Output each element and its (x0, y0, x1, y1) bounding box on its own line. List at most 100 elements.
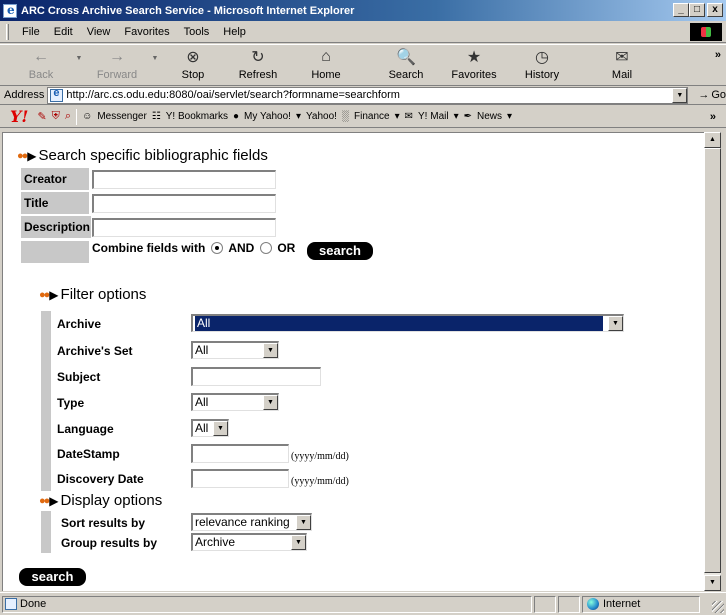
standard-toolbar: ← Back ▼ → Forward ▼ ⊗ Stop ↻ Refresh ⌂ … (0, 44, 726, 86)
home-button[interactable]: ⌂ Home (292, 45, 360, 85)
vertical-scrollbar[interactable]: ▲ ▼ (704, 132, 721, 591)
maximize-button[interactable]: □ (689, 3, 705, 17)
back-button[interactable]: ← Back (10, 45, 72, 85)
chevron-down-icon: ▼ (296, 515, 311, 530)
section-title-text: Filter options (60, 286, 147, 303)
menu-edit[interactable]: Edit (47, 26, 80, 38)
chevron-down-icon: ▼ (263, 395, 278, 410)
close-button[interactable]: x (707, 3, 723, 17)
title-input[interactable] (92, 194, 276, 213)
mail-icon: ✉ (615, 49, 629, 66)
mail-button[interactable]: ✉ Mail (588, 45, 656, 85)
finance-chart-icon: ░ (341, 111, 350, 122)
window-controls: _ □ x (673, 3, 723, 17)
menu-favorites[interactable]: Favorites (117, 26, 176, 38)
stop-icon: ⊗ (186, 49, 200, 66)
sort-select[interactable]: relevance ranking ▼ (191, 513, 312, 531)
scroll-thumb[interactable] (704, 148, 721, 573)
bookmarks-link[interactable]: Y! Bookmarks (166, 111, 228, 122)
address-bar: Address http://arc.cs.odu.edu:8080/oai/s… (0, 86, 726, 105)
and-label: AND (228, 241, 255, 255)
yahoo-toolbar: Y! ✎ ⛨ ⌕ ☺ Messenger ☷ Y! Bookmarks ● My… (0, 106, 726, 128)
bullet-icon: ●● (39, 288, 50, 301)
menu-file[interactable]: File (15, 26, 47, 38)
messenger-link[interactable]: Messenger (97, 111, 146, 122)
search-submit-button-top[interactable]: search (307, 242, 373, 260)
address-input[interactable]: http://arc.cs.odu.edu:8080/oai/servlet/s… (47, 86, 689, 104)
discovery-date-input[interactable] (191, 469, 289, 488)
ymail-dropdown-icon[interactable]: ▾ (454, 111, 459, 122)
news-icon: ✒ (463, 111, 472, 122)
search-submit-button-bottom[interactable]: search (19, 568, 86, 586)
forward-arrow-icon: → (109, 48, 125, 65)
datestamp-label: DateStamp (57, 447, 120, 461)
history-button[interactable]: ◷ History (508, 45, 576, 85)
archives-set-select[interactable]: All ▼ (191, 341, 279, 359)
page-icon (50, 87, 64, 102)
sort-value: relevance ranking (195, 515, 290, 529)
group-select[interactable]: Archive ▼ (191, 533, 307, 551)
back-dropdown-icon[interactable]: ▼ (72, 45, 86, 85)
home-icon: ⌂ (321, 48, 331, 65)
title-label: Title (21, 192, 89, 214)
resize-grip-icon[interactable] (712, 601, 724, 613)
go-button[interactable]: → Go (698, 89, 726, 101)
triangle-icon: ▶ (49, 493, 59, 508)
stop-button[interactable]: ⊗ Stop (162, 45, 224, 85)
or-radio[interactable] (260, 242, 273, 254)
favorites-icon: ★ (466, 49, 482, 66)
forward-label: Forward (96, 69, 138, 81)
forward-dropdown-icon[interactable]: ▼ (148, 45, 162, 85)
language-label: Language (57, 422, 114, 436)
mail-envelope-icon: ✉ (404, 111, 414, 122)
yahoo-logo-icon[interactable]: Y! (10, 107, 28, 126)
finance-link[interactable]: Finance (354, 111, 390, 122)
menu-help[interactable]: Help (216, 26, 253, 38)
search-icon: 🔍 (396, 49, 416, 66)
shield-icon[interactable]: ⛨ (52, 110, 60, 123)
home-label: Home (311, 69, 341, 81)
address-label: Address (4, 89, 45, 101)
chevron-down-icon: ▼ (213, 421, 228, 436)
menu-grip (6, 23, 9, 40)
favorites-button[interactable]: ★ Favorites (440, 45, 508, 85)
my-yahoo-dropdown-icon[interactable]: ▾ (296, 111, 301, 122)
filter-side-band (41, 311, 51, 491)
finance-dropdown-icon[interactable]: ▾ (395, 111, 400, 122)
mail-label: Mail (611, 69, 633, 81)
creator-input[interactable] (92, 170, 276, 189)
search-small-icon[interactable]: ⌕ (65, 110, 71, 123)
minimize-button[interactable]: _ (673, 3, 689, 17)
yahoo-chevron-icon[interactable]: » (710, 111, 716, 123)
datestamp-input[interactable] (191, 444, 289, 463)
archive-label: Archive (57, 317, 102, 331)
archive-select[interactable]: All ▼ (191, 314, 624, 332)
menu-view[interactable]: View (80, 26, 118, 38)
scroll-down-icon[interactable]: ▼ (704, 575, 721, 591)
or-label: OR (277, 241, 296, 255)
bullet-icon: ●● (17, 149, 28, 162)
type-select[interactable]: All ▼ (191, 393, 279, 411)
description-input[interactable] (92, 218, 276, 237)
language-value: All (195, 421, 209, 435)
forward-button[interactable]: → Forward (86, 45, 148, 85)
page-content: ●● ▶ Search specific bibliographic field… (2, 132, 704, 591)
subject-input[interactable] (191, 367, 321, 386)
menu-tools[interactable]: Tools (177, 26, 217, 38)
refresh-button[interactable]: ↻ Refresh (224, 45, 292, 85)
title-bar: ARC Cross Archive Search Service - Micro… (0, 0, 726, 21)
address-dropdown-icon[interactable]: ▼ (672, 87, 688, 103)
news-dropdown-icon[interactable]: ▾ (507, 111, 512, 122)
yahoo-link[interactable]: Yahoo! (306, 111, 337, 122)
and-radio[interactable] (211, 242, 224, 254)
globe-icon (587, 598, 599, 610)
scroll-up-icon[interactable]: ▲ (704, 132, 721, 148)
section-title-display: ●● ▶ Display options (39, 492, 162, 509)
language-select[interactable]: All ▼ (191, 419, 229, 437)
my-yahoo-link[interactable]: My Yahoo! (244, 111, 291, 122)
news-link[interactable]: News (477, 111, 502, 122)
ymail-link[interactable]: Y! Mail (418, 111, 449, 122)
search-button[interactable]: 🔍 Search (372, 45, 440, 85)
pencil-icon[interactable]: ✎ (37, 110, 46, 123)
toolbar-chevron-icon[interactable]: » (715, 49, 721, 61)
